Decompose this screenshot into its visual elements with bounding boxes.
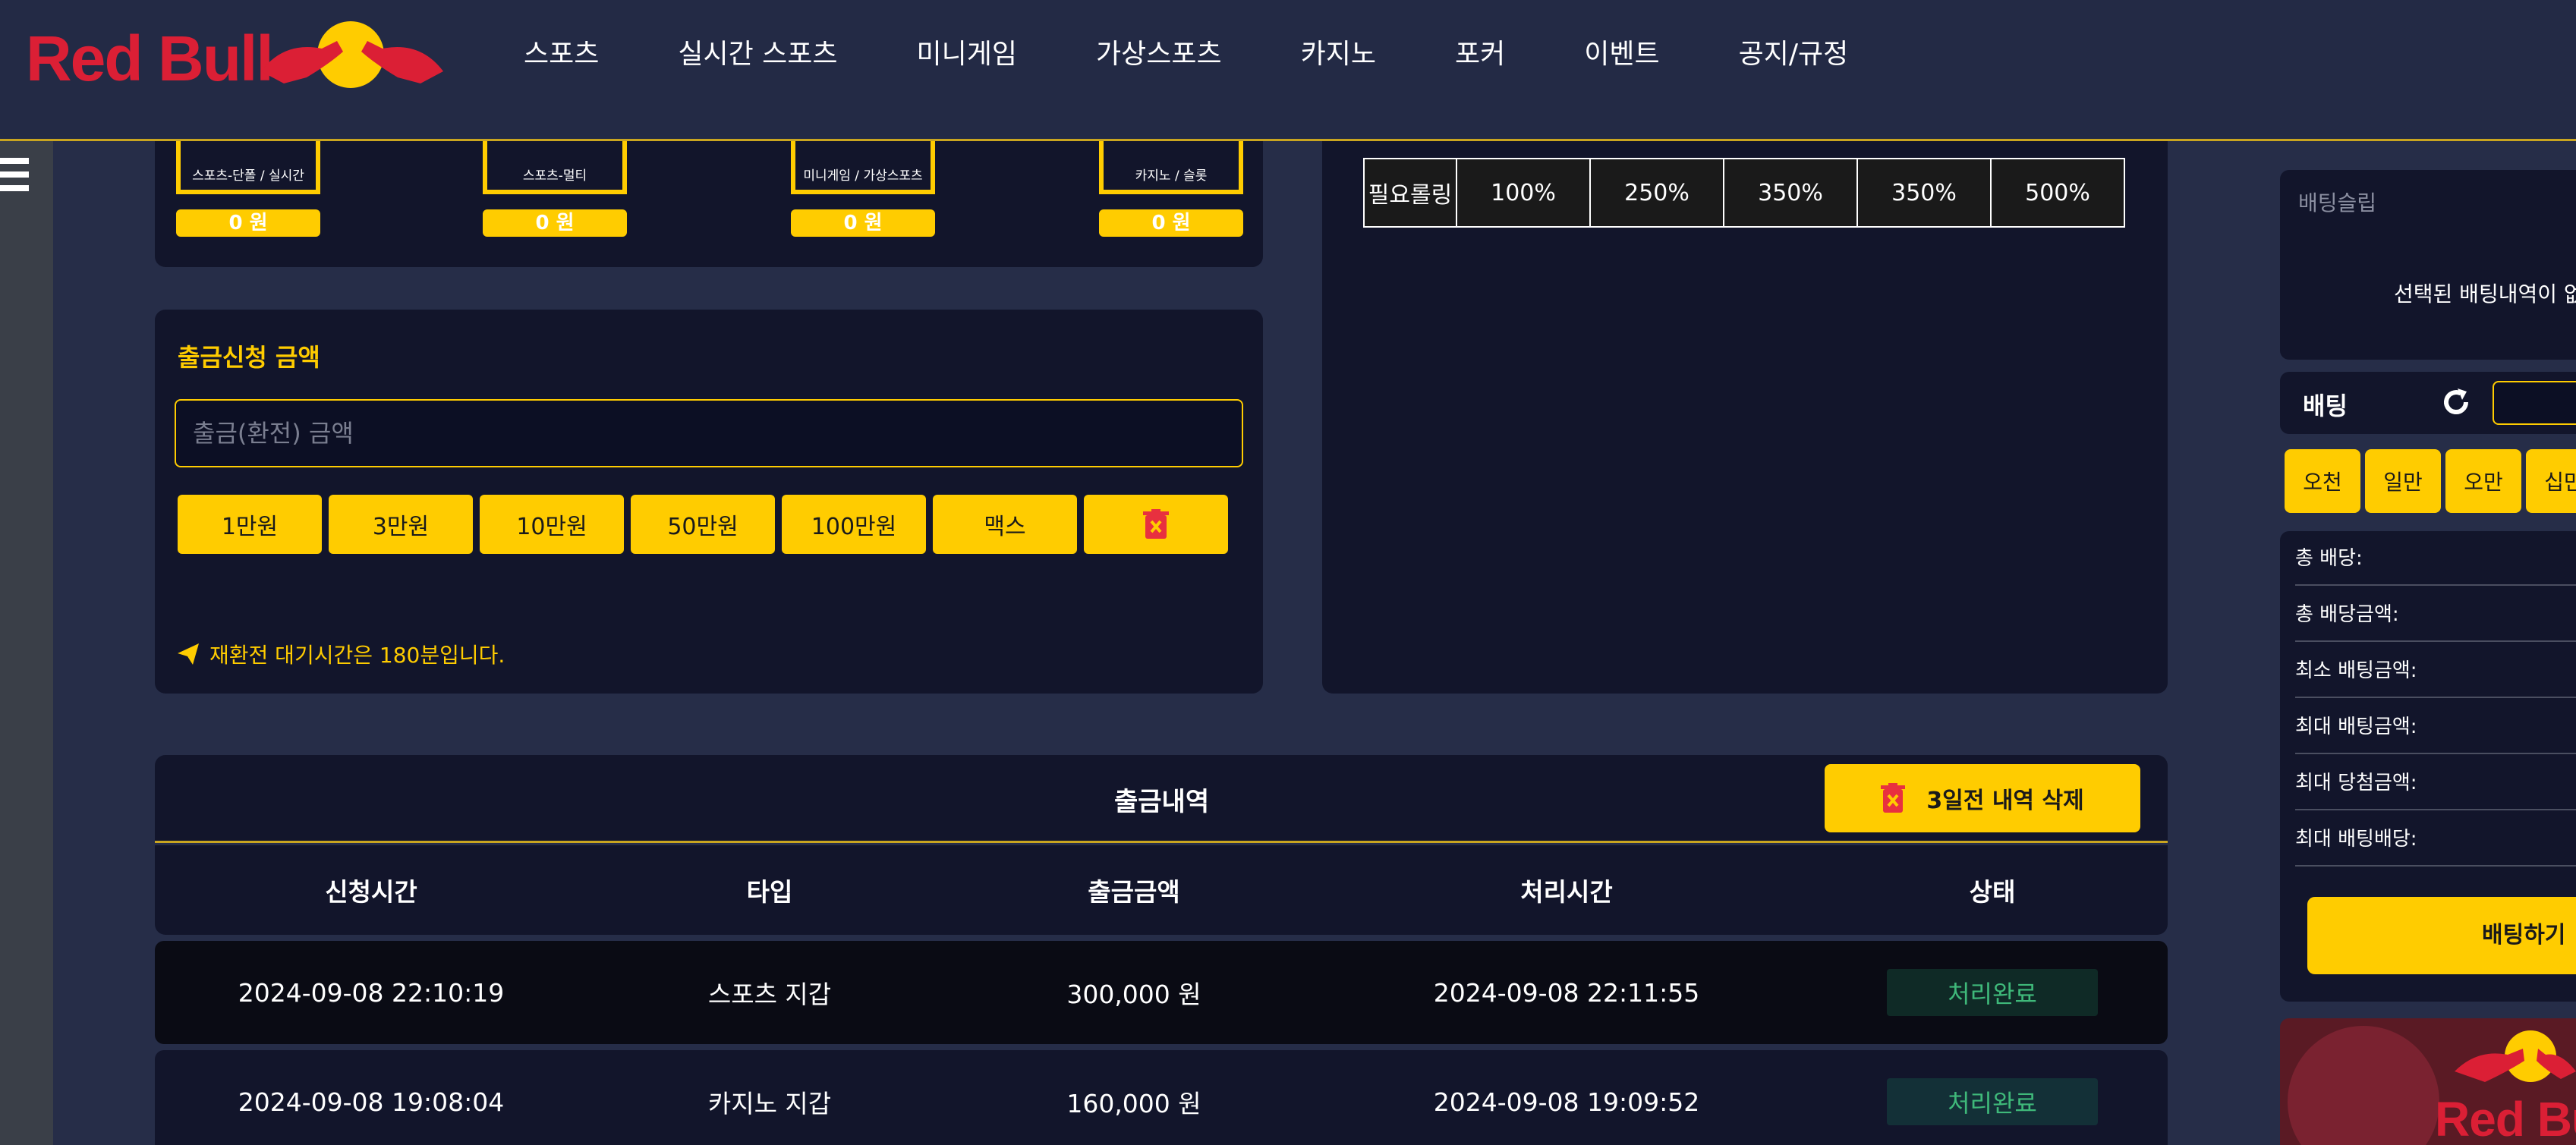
- wallet-label: 스포츠-멀티: [522, 168, 587, 184]
- wallet-card: 스포츠-단폴 / 실시간: [176, 137, 320, 194]
- amount-max-button[interactable]: 맥스: [933, 495, 1077, 554]
- max-bet-label: 최대 배팅금액:: [2295, 700, 2576, 754]
- wallet-label: 카지노 / 슬롯: [1135, 168, 1208, 184]
- amount-1m-button[interactable]: 100만원: [782, 495, 926, 554]
- row-amount: 160,000 원: [1066, 1089, 1201, 1118]
- wait-notice-text: 재환전 대기시간은 180분입니다.: [209, 643, 505, 668]
- row-request-time: 2024-09-08 22:10:19: [238, 977, 505, 1008]
- total-payout-label: 총 배당금액:: [2295, 587, 2576, 642]
- col-request-time: 신청시간: [325, 877, 417, 907]
- history-column-header: 신청시간 타입 출금금액 처리시간 상태: [155, 845, 2168, 935]
- row-type: 카지노 지갑: [707, 1089, 832, 1118]
- nav-event[interactable]: 이벤트: [1584, 33, 1659, 76]
- nav-sports[interactable]: 스포츠: [524, 33, 599, 76]
- chip-100k-button[interactable]: 십만: [2526, 449, 2576, 513]
- logo-text: Red Bull: [26, 23, 274, 94]
- amount-buttons: 1만원 3만원 10만원 50만원 100만원 맥스: [178, 495, 1235, 554]
- rolling-value: 350%: [1723, 158, 1858, 228]
- bet-header: 배팅: [2280, 372, 2576, 434]
- table-row[interactable]: 2024-09-08 19:08:04 카지노 지갑 160,000 원 202…: [155, 1050, 2168, 1145]
- row-processed-time: 2024-09-08 22:11:55: [1433, 977, 1700, 1008]
- bulls-logo-icon: [261, 21, 443, 88]
- trash-icon: [1881, 783, 1906, 813]
- wallet-sports-single[interactable]: 스포츠-단폴 / 실시간 0 원: [176, 137, 320, 243]
- max-win-label: 최대 당첨금액:: [2295, 756, 2576, 810]
- betslip-title: 배팅슬립: [2298, 190, 2377, 215]
- rolling-value: 350%: [1856, 158, 1992, 228]
- chip-10k-button[interactable]: 일만: [2365, 449, 2441, 513]
- max-odds-label: 최대 배팅배당:: [2295, 812, 2576, 867]
- top-header: Red Bull 스포츠 실시간 스포츠 미니게임 가상스포츠 카지노 포커 이…: [0, 0, 2576, 141]
- chip-50k-button[interactable]: 오만: [2445, 449, 2521, 513]
- rolling-row-label: 필요롤링: [1363, 158, 1457, 228]
- col-status: 상태: [1969, 877, 2016, 907]
- table-row[interactable]: 2024-09-08 22:10:19 스포츠 지갑 300,000 원 202…: [155, 941, 2168, 1044]
- wait-notice: 재환전 대기시간은 180분입니다.: [178, 639, 505, 669]
- history-header: 출금내역 3일전 내역 삭제: [155, 755, 2168, 843]
- nav-notice[interactable]: 공지/규정: [1739, 33, 1849, 76]
- history-title: 출금내역: [1114, 787, 1210, 817]
- wallet-amount: 0 원: [483, 209, 627, 237]
- promo-text: Red Bu: [2435, 1092, 2576, 1145]
- wallet-minigame[interactable]: 미니게임 / 가상스포츠 0 원: [791, 137, 935, 243]
- wallet-casino[interactable]: 카지노 / 슬롯 0 원: [1099, 137, 1243, 243]
- redbull-logo[interactable]: Red Bull: [26, 18, 443, 102]
- amount-100k-button[interactable]: 10만원: [480, 495, 624, 554]
- col-type: 타입: [746, 877, 793, 907]
- row-amount: 300,000 원: [1066, 980, 1201, 1009]
- wallet-sports-multi[interactable]: 스포츠-멀티 0 원: [483, 137, 627, 243]
- withdraw-title: 출금신청 금액: [178, 343, 320, 372]
- left-sidebar: [0, 141, 53, 1145]
- betslip-empty-text: 선택된 배팅내역이 없: [2394, 282, 2576, 307]
- wallet-amount: 0 원: [1099, 209, 1243, 237]
- promo-banner[interactable]: Red Bu: [2280, 1018, 2576, 1145]
- paper-plane-icon: [178, 643, 199, 665]
- refresh-icon[interactable]: [2441, 387, 2471, 417]
- status-badge: 처리완료: [1887, 1078, 2098, 1125]
- bet-amount-input[interactable]: [2493, 381, 2576, 425]
- col-amount: 출금금액: [1088, 877, 1180, 907]
- nav-live-sports[interactable]: 실시간 스포츠: [678, 33, 837, 76]
- nav-minigame[interactable]: 미니게임: [917, 33, 1017, 76]
- place-bet-button[interactable]: 배팅하기: [2307, 897, 2576, 974]
- betslip-panel: 배팅슬립 선택된 배팅내역이 없: [2280, 170, 2576, 360]
- min-bet-label: 최소 배팅금액:: [2295, 643, 2576, 698]
- rolling-value: 500%: [1990, 158, 2125, 228]
- status-badge: 처리완료: [1887, 969, 2098, 1016]
- wallet-label: 미니게임 / 가상스포츠: [803, 168, 923, 184]
- trash-icon: [1143, 509, 1169, 539]
- bet-info-panel: 총 배당: 총 배당금액: 최소 배팅금액: 최대 배팅금액: 최대 당첨금액:…: [2280, 531, 2576, 1002]
- row-type: 스포츠 지갑: [707, 980, 832, 1009]
- amount-30k-button[interactable]: 3만원: [329, 495, 473, 554]
- nav-virtual-sports[interactable]: 가상스포츠: [1096, 33, 1222, 76]
- col-processed-time: 처리시간: [1520, 877, 1613, 907]
- nav-casino[interactable]: 카지노: [1301, 33, 1376, 76]
- wallet-amount: 0 원: [791, 209, 935, 237]
- amount-10k-button[interactable]: 1만원: [178, 495, 322, 554]
- bet-chips: 오천 일만 오만 십만: [2285, 449, 2576, 513]
- rolling-table: 필요롤링 100% 250% 350% 350% 500%: [1363, 158, 2125, 228]
- wallet-amount: 0 원: [176, 209, 320, 237]
- wallet-card: 스포츠-멀티: [483, 137, 627, 194]
- chip-5k-button[interactable]: 오천: [2285, 449, 2360, 513]
- delete-3day-history-button[interactable]: 3일전 내역 삭제: [1825, 764, 2140, 832]
- nav-poker[interactable]: 포커: [1455, 33, 1505, 76]
- row-processed-time: 2024-09-08 19:09:52: [1433, 1087, 1700, 1117]
- bet-label: 배팅: [2303, 392, 2348, 420]
- row-request-time: 2024-09-08 19:08:04: [238, 1087, 505, 1117]
- wallet-card: 미니게임 / 가상스포츠: [791, 137, 935, 194]
- wallet-label: 스포츠-단폴 / 실시간: [192, 168, 304, 184]
- clear-amount-button[interactable]: [1084, 495, 1228, 554]
- withdraw-amount-input[interactable]: [175, 399, 1243, 467]
- rolling-value: 250%: [1589, 158, 1724, 228]
- wallet-card: 카지노 / 슬롯: [1099, 137, 1243, 194]
- delete-3day-history-label: 3일전 내역 삭제: [1926, 788, 2084, 814]
- rolling-value: 100%: [1456, 158, 1591, 228]
- amount-500k-button[interactable]: 50만원: [631, 495, 775, 554]
- main-nav: 스포츠 실시간 스포츠 미니게임 가상스포츠 카지노 포커 이벤트 공지/규정: [524, 33, 1927, 76]
- total-odds-label: 총 배당:: [2295, 531, 2576, 586]
- withdraw-panel: 출금신청 금액 1만원 3만원 10만원 50만원 100만원 맥스 재환전 대…: [155, 310, 1263, 694]
- hamburger-menu-icon[interactable]: [0, 158, 29, 191]
